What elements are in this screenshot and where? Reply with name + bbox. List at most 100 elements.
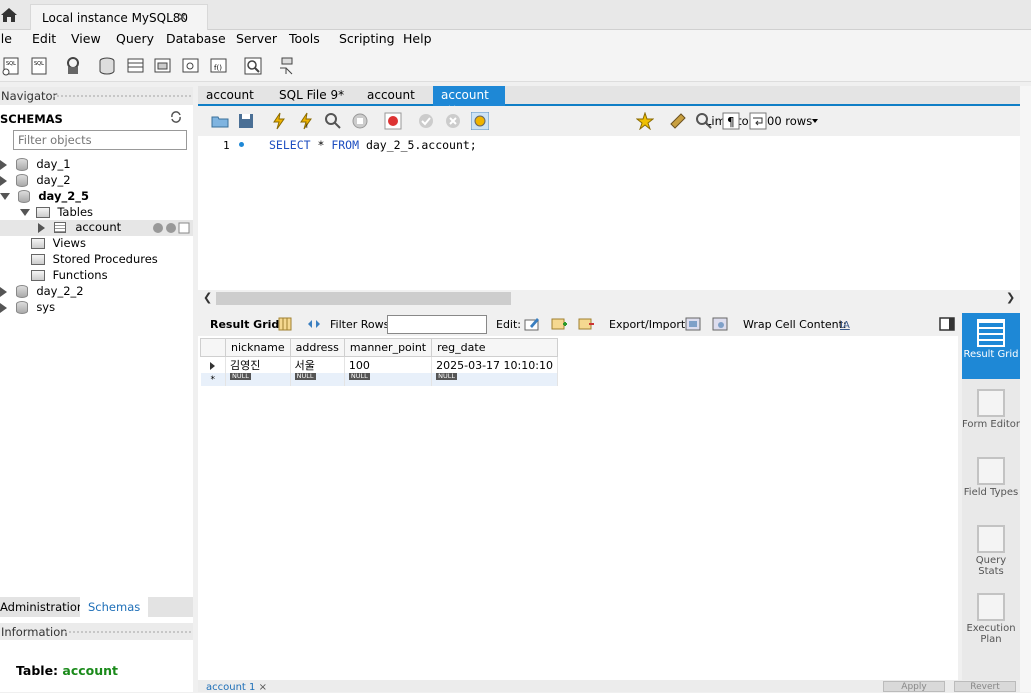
invisible-chars-icon[interactable]: ¶: [722, 112, 740, 130]
inspector-icon[interactable]: [63, 56, 83, 76]
cell-reg-date[interactable]: 2025-03-17 10:10:10: [431, 356, 558, 373]
beautify-icon[interactable]: [669, 112, 687, 130]
expand-arrow-icon[interactable]: [38, 222, 45, 233]
menu-scripting[interactable]: Scripting: [339, 31, 395, 46]
sql-statement[interactable]: SELECT * FROM day_2_5.account;: [269, 138, 477, 152]
tree-item-day-2-2[interactable]: day_2_2: [0, 284, 84, 300]
tree-item-day-2[interactable]: day_2: [0, 173, 71, 189]
apply-button[interactable]: Apply: [883, 681, 945, 692]
open-sql-file-icon[interactable]: SQL: [29, 56, 49, 76]
side-field-types[interactable]: Field Types: [962, 451, 1020, 517]
expand-arrow-icon[interactable]: [0, 175, 7, 186]
close-icon[interactable]: ×: [259, 682, 267, 693]
cell-reg-date-new[interactable]: NULL: [431, 373, 558, 386]
rollback-icon[interactable]: [444, 112, 462, 130]
tab-administration[interactable]: Administration: [0, 600, 84, 614]
menu-file[interactable]: File: [0, 31, 12, 46]
tree-item-day-1[interactable]: day_1: [0, 157, 71, 173]
scroll-right-icon[interactable]: ❯: [1006, 291, 1015, 304]
column-header-nickname[interactable]: nickname: [225, 338, 291, 357]
toggle-continue-on-error-icon[interactable]: [384, 112, 402, 130]
create-procedure-icon[interactable]: [180, 56, 200, 76]
filter-rows-input[interactable]: [387, 315, 487, 334]
tree-item-sys[interactable]: sys: [0, 300, 55, 316]
result-tab-account-1[interactable]: account 1 ×: [206, 682, 267, 693]
save-icon[interactable]: [237, 112, 255, 130]
filter-objects-input[interactable]: [13, 130, 187, 150]
export-icon[interactable]: [685, 316, 701, 332]
scroll-left-icon[interactable]: ❮: [203, 291, 212, 304]
cell-manner-point-new[interactable]: NULL: [344, 373, 433, 386]
close-icon[interactable]: ×: [177, 10, 188, 25]
menu-edit[interactable]: Edit: [32, 31, 56, 46]
explain-icon[interactable]: [324, 112, 342, 130]
expand-arrow-icon[interactable]: [0, 302, 7, 313]
menu-help[interactable]: Help: [403, 31, 432, 46]
menu-view[interactable]: View: [71, 31, 101, 46]
collapse-arrow-icon[interactable]: [20, 209, 30, 216]
side-query-stats[interactable]: Query Stats: [962, 519, 1020, 585]
side-execution-plan[interactable]: Execution Plan: [962, 587, 1020, 653]
table-actions-icon[interactable]: [152, 222, 190, 234]
reconnect-icon[interactable]: [276, 56, 296, 76]
tab-sql-file-9[interactable]: SQL File 9*: [271, 86, 352, 106]
menu-tools[interactable]: Tools: [289, 31, 320, 46]
cell-nickname[interactable]: 김영진: [225, 356, 291, 373]
menu-query[interactable]: Query: [116, 31, 154, 46]
tree-item-functions[interactable]: Functions: [31, 268, 108, 284]
cell-nickname-new[interactable]: NULL: [225, 373, 291, 386]
create-table-icon[interactable]: [125, 56, 145, 76]
toggle-panel-icon[interactable]: [939, 316, 955, 332]
column-header-manner-point[interactable]: manner_point: [343, 338, 433, 357]
horizontal-scrollbar[interactable]: ❮ ❯: [198, 290, 1020, 306]
execute-icon[interactable]: [270, 112, 288, 130]
create-function-icon[interactable]: f(): [208, 56, 228, 76]
tree-item-day-2-5[interactable]: day_2_5: [0, 189, 89, 205]
cell-address[interactable]: 서울: [290, 356, 345, 373]
edit-row-icon[interactable]: [524, 316, 540, 332]
menu-database[interactable]: Database: [166, 31, 226, 46]
menu-server[interactable]: Server: [236, 31, 277, 46]
tree-item-views[interactable]: Views: [31, 236, 86, 252]
grid-icon[interactable]: [277, 316, 293, 332]
search-table-data-icon[interactable]: [243, 56, 263, 76]
autocommit-icon[interactable]: [471, 112, 489, 130]
refresh-icon[interactable]: [170, 111, 182, 123]
create-schema-icon[interactable]: [96, 56, 116, 76]
import-icon[interactable]: [712, 316, 728, 332]
tab-account-2[interactable]: account: [359, 86, 423, 106]
row-selector-header[interactable]: [200, 338, 226, 357]
connection-tab[interactable]: Local instance MySQL80 ×: [30, 4, 208, 31]
side-form-editor[interactable]: Form Editor: [962, 383, 1020, 449]
tree-item-tables[interactable]: Tables: [20, 205, 93, 221]
tab-account-active[interactable]: account ×: [433, 86, 505, 116]
stop-icon[interactable]: [351, 112, 369, 130]
revert-button[interactable]: Revert: [954, 681, 1016, 692]
delete-row-icon[interactable]: [578, 316, 594, 332]
new-sql-tab-icon[interactable]: SQL: [1, 56, 21, 76]
table-row[interactable]: 김영진 서울 100 2025-03-17 10:10:10: [200, 356, 558, 373]
execute-current-icon[interactable]: I: [297, 112, 315, 130]
commit-icon[interactable]: [417, 112, 435, 130]
home-icon[interactable]: [0, 6, 18, 24]
create-view-icon[interactable]: [152, 56, 172, 76]
insert-row-icon[interactable]: [551, 316, 567, 332]
expand-arrow-icon[interactable]: [0, 159, 7, 170]
scrollbar-thumb[interactable]: [216, 292, 511, 305]
table-row-new[interactable]: * NULL NULL NULL NULL: [200, 373, 558, 386]
tree-item-stored-procedures[interactable]: Stored Procedures: [31, 252, 158, 268]
collapse-arrow-icon[interactable]: [0, 193, 10, 200]
tab-account-1[interactable]: account: [198, 86, 262, 106]
wrap-cell-icon[interactable]: IA: [838, 316, 854, 332]
refresh-icon[interactable]: [306, 316, 322, 332]
sql-editor[interactable]: 1 SELECT * FROM day_2_5.account;: [198, 136, 1020, 290]
column-header-reg-date[interactable]: reg_date: [431, 338, 558, 357]
cell-address-new[interactable]: NULL: [290, 373, 345, 386]
wrap-lines-icon[interactable]: [749, 112, 767, 130]
tree-item-account[interactable]: account: [0, 220, 193, 236]
cell-manner-point[interactable]: 100: [344, 356, 433, 373]
add-snippet-icon[interactable]: [636, 112, 654, 130]
tab-schemas[interactable]: Schemas: [80, 597, 149, 617]
column-header-address[interactable]: address: [289, 338, 345, 357]
row-pointer[interactable]: [200, 356, 226, 373]
